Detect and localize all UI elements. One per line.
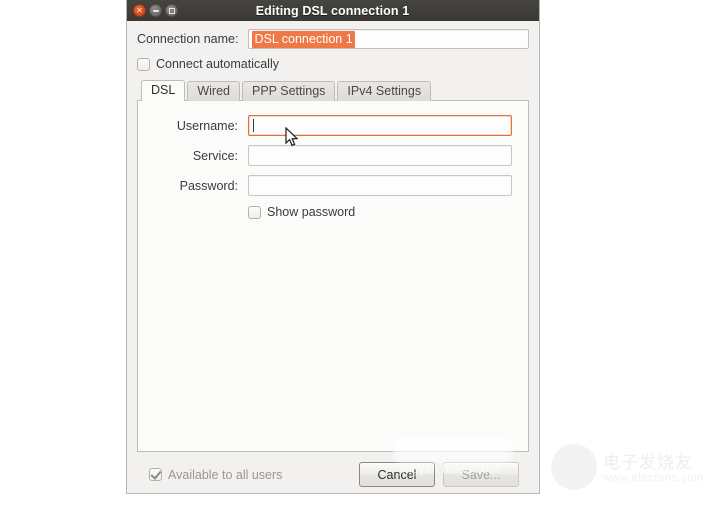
username-label: Username: xyxy=(176,118,238,133)
username-input[interactable] xyxy=(248,115,512,136)
tab-ipv4-settings[interactable]: IPv4 Settings xyxy=(337,81,432,101)
watermark-blob xyxy=(393,437,513,463)
text-caret xyxy=(253,119,254,132)
connection-name-label: Connection name: xyxy=(137,32,239,46)
show-password-label: Show password xyxy=(267,205,356,219)
close-icon[interactable]: ✕ xyxy=(133,4,146,17)
available-all-users-group: Available to all users xyxy=(149,468,282,482)
window-title: Editing DSL connection 1 xyxy=(255,3,410,18)
service-row: Service: xyxy=(154,145,512,166)
watermark-site-text: jingyan.baidu.com xyxy=(399,462,500,476)
minimize-glyph xyxy=(150,5,161,16)
connection-name-value: DSL connection 1 xyxy=(252,30,355,48)
minimize-icon[interactable] xyxy=(149,4,162,17)
available-all-users-label: Available to all users xyxy=(168,467,283,482)
connect-automatically-label: Connect automatically xyxy=(156,57,279,71)
tab-ppp-settings[interactable]: PPP Settings xyxy=(241,81,336,101)
available-all-users-checkbox xyxy=(149,468,162,481)
watermark-logo-icon xyxy=(551,444,597,490)
watermark-logo-name: 电子发烧友 xyxy=(603,453,693,473)
connect-automatically-row[interactable]: Connect automatically xyxy=(137,57,529,71)
connection-name-row: Connection name: DSL connection 1 xyxy=(137,29,529,49)
close-glyph: ✕ xyxy=(136,5,143,15)
dialog-window: ✕ Editing DSL connection 1 Connection na… xyxy=(126,0,540,494)
password-row: Password: xyxy=(154,175,512,196)
connection-name-input[interactable]: DSL connection 1 xyxy=(248,29,529,49)
title-bar: ✕ Editing DSL connection 1 xyxy=(127,0,539,21)
tab-strip: DSL Wired PPP Settings IPv4 Settings xyxy=(137,80,529,101)
watermark-logo: 电子发烧友 www.elecfans.com xyxy=(551,440,703,498)
watermark-logo-url: www.elecfans.com xyxy=(603,472,704,484)
service-input[interactable] xyxy=(248,145,512,166)
password-label: Password: xyxy=(179,178,238,193)
screen: ✕ Editing DSL connection 1 Connection na… xyxy=(0,0,705,506)
settings-notebook: DSL Wired PPP Settings IPv4 Settings Use… xyxy=(137,80,529,452)
username-row: Username: xyxy=(154,115,512,136)
tab-dsl[interactable]: DSL xyxy=(141,80,186,101)
password-input[interactable] xyxy=(248,175,512,196)
service-label: Service: xyxy=(192,148,238,163)
tab-page-dsl: Username: Service: Password: Show passwo… xyxy=(137,100,529,452)
connect-automatically-checkbox[interactable] xyxy=(137,57,150,71)
show-password-checkbox[interactable] xyxy=(248,205,261,219)
window-controls: ✕ xyxy=(133,4,178,17)
tab-wired[interactable]: Wired xyxy=(187,81,240,101)
maximize-icon[interactable] xyxy=(165,4,178,17)
dialog-body: Connection name: DSL connection 1 Connec… xyxy=(127,21,539,487)
show-password-group[interactable]: Show password xyxy=(248,205,512,219)
show-password-row: Show password xyxy=(154,205,512,219)
maximize-glyph xyxy=(166,5,177,16)
